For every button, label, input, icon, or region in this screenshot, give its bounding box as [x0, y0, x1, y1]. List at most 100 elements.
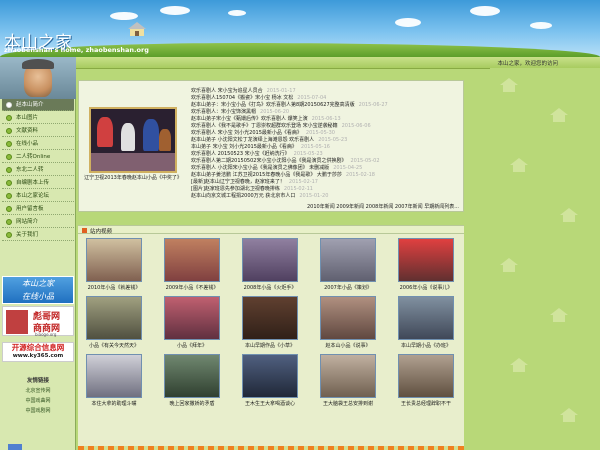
house-icon [128, 22, 146, 36]
news-archive-links[interactable]: 2010年新闻 2009年新闻 2008年新闻 2007年新闻 早期新闻列表..… [307, 203, 459, 210]
news-item[interactable]: 欢乐喜剧人 小沈阳宋小宝小品《我是演员之佛像团》 未删减版 2015-04-25 [191, 164, 362, 171]
news-item[interactable]: 欢乐喜剧人《我不是歌手》丁恩崇权超群欢乐登场 宋小宝逆袭秘籍 2015-06-06 [191, 122, 371, 129]
video-thumbnail[interactable] [86, 354, 142, 398]
video-thumbnail[interactable] [398, 238, 454, 282]
video-thumbnail[interactable] [242, 354, 298, 398]
nav-item-errenzhuan-online[interactable]: 二人转Online [2, 151, 74, 163]
friend-link[interactable]: 中国戏剧网 [0, 407, 76, 414]
news-item[interactable]: 欢乐喜剧人：宋小宝饰演黑帽 2015-06-20 [191, 108, 289, 115]
cloud-decoration [228, 10, 246, 16]
video-caption[interactable]: 王木生王大拿喝酒谈心 [235, 400, 305, 407]
news-item[interactable]: 本山弟子 宋小宝 刘小光2015最新小品《看病》 2015-05-16 [191, 143, 330, 150]
video-caption[interactable]: 本山早期小品《办班》 [391, 342, 461, 349]
friend-links-title: 友情链接 [26, 378, 49, 384]
video-thumbnail[interactable] [398, 296, 454, 340]
nav-label: 赵本山简介 [16, 102, 44, 108]
friend-link[interactable]: 北京宣传网 [0, 387, 76, 394]
banner-line-2: 在线小品 [22, 292, 54, 301]
cloud-decoration [530, 22, 552, 29]
video-caption[interactable]: 王长贵总经理辞职不干 [391, 400, 461, 407]
nav-label: 关于我们 [16, 232, 39, 238]
news-item[interactable]: 赵本山向京文城工程捐2000万元 获北京市人口 2015-01-20 [191, 192, 328, 199]
bullet-icon [6, 154, 12, 160]
ky365-banner[interactable]: 开源综合信息网 www.ky365.com [2, 342, 74, 362]
house-icon [560, 408, 578, 422]
video-grid: 2010年小品《就差钱》 2009年小品《不差钱》 2008年小品《火炬手》 2… [78, 234, 464, 450]
video-caption[interactable]: 赵本山小品《说事》 [313, 342, 383, 349]
nav-item-profile[interactable]: 赵本山简介 [2, 99, 74, 111]
video-thumbnail[interactable] [164, 296, 220, 340]
news-item[interactable]: 赵本山弟子姜洁鹏 江苏卫视2015年春晚小品《我是歌》 大鹏于莎莎 2015-02… [191, 171, 375, 178]
welcome-text: 本山之家，欢迎您的访问 [497, 61, 558, 67]
nav-item-photos[interactable]: 本山图片 [2, 112, 74, 124]
video-thumbnail[interactable] [320, 238, 376, 282]
nav-item-forum[interactable]: 本山之家论坛 [2, 190, 74, 202]
banner-photo [6, 310, 28, 334]
footer-badge-icon [8, 444, 22, 450]
video-caption[interactable]: 2010年小品《就差钱》 [79, 284, 149, 291]
left-sidebar: 赵本山简介 本山图片 文献资料 在线小品 二人转Online 东北二人转 自编剧… [0, 57, 76, 450]
news-item[interactable]: 欢乐喜剧人第二期20150502宋小宝小沈阳小品《我是演员之供换剧》 2015-0… [191, 157, 380, 164]
video-thumbnail[interactable] [86, 238, 142, 282]
site-header: 本山之家 zhaobenshan's home, zhaobenshan.org [0, 0, 600, 57]
bullet-icon [6, 102, 12, 108]
nav-item-site-intro[interactable]: 网站简介 [2, 216, 74, 228]
bottom-divider [78, 446, 464, 450]
video-caption[interactable]: 小品《有关今天然天》 [79, 342, 149, 349]
site-subtitle: zhaobenshan's home, zhaobenshan.org [4, 46, 149, 54]
cloud-decoration [110, 12, 138, 20]
nav-item-script-upload[interactable]: 自编剧本上传 [2, 177, 74, 189]
biaoge-banner[interactable]: 彪哥网 商商网 biaoge.org [2, 306, 74, 337]
video-thumbnail[interactable] [320, 296, 376, 340]
nav-label: 本山之家论坛 [16, 193, 50, 199]
bullet-icon [6, 219, 12, 225]
news-item[interactable]: 欢乐喜剧人 宋小宝 刘小光2015最新小品《看病》 2015-05-30 [191, 129, 335, 136]
featured-video-caption[interactable]: 辽宁卫视2013年春晚赵本山小品《中奖了》 [83, 175, 183, 182]
video-caption[interactable]: 2007年小品《策划》 [313, 284, 383, 291]
video-caption[interactable]: 2009年小品《不差钱》 [157, 284, 227, 291]
video-thumbnail[interactable] [242, 296, 298, 340]
video-caption[interactable]: 2006年小品《说事儿》 [391, 284, 461, 291]
nav-label: 文献资料 [16, 128, 39, 134]
nav-item-guestbook[interactable]: 用户留言板 [2, 203, 74, 215]
online-skits-banner[interactable]: 本山之家 在线小品 [2, 276, 74, 304]
main-content: 辽宁卫视2013年春晚赵本山小品《中奖了》 欢乐喜剧人 宋小宝为追星人员合 201… [78, 80, 464, 450]
video-caption[interactable]: 2008年小品《火炬手》 [235, 284, 305, 291]
nav-item-about[interactable]: 关于我们 [2, 229, 74, 241]
bullet-icon [6, 167, 12, 173]
news-item[interactable]: 欢乐喜剧人150704《搬瓷》宋小宝 杨冰 文松 2015-07-04 [191, 94, 326, 101]
house-icon [560, 208, 578, 222]
news-item[interactable]: 赵本山弟子 小沈阳文松丁龙演绎上海滩恩怨 欢乐喜剧人 2015-05-23 [191, 136, 347, 143]
video-caption[interactable]: 本山早期作品《小草》 [235, 342, 305, 349]
nav-item-documents[interactable]: 文献资料 [2, 125, 74, 137]
video-thumbnail[interactable] [86, 296, 142, 340]
news-item[interactable]: 欢乐喜剧人 宋小宝为追星人员合 2015-01-17 [191, 87, 296, 94]
featured-video-thumbnail[interactable] [89, 107, 177, 173]
video-caption[interactable]: 晚上回家撒娇的矛盾 [157, 400, 227, 407]
video-thumbnail[interactable] [164, 238, 220, 282]
cloud-decoration [470, 6, 500, 16]
banner-url: www.ky365.com [12, 353, 64, 359]
video-caption[interactable]: 本住大拿的助理斗嘴 [79, 400, 149, 407]
nav-item-online-skits[interactable]: 在线小品 [2, 138, 74, 150]
news-item[interactable]: 欢乐喜剧人 20150523 宋小宝《赶纳洗行》 2015-05-23 [191, 150, 323, 157]
cloud-decoration [160, 6, 190, 15]
house-icon [550, 308, 568, 322]
news-item[interactable]: 赵本山弟子：宋小宝小品《打鸟》欢乐喜剧人第8期20150627完整高清版 2015… [191, 101, 388, 108]
video-thumbnail[interactable] [164, 354, 220, 398]
news-item[interactable]: [图片]赵家班恩先参加湖北卫视春晚排练 2015-02-11 [191, 185, 313, 192]
news-item[interactable]: 赵本山弟子宋小宝《甄嬛后传》欢乐喜剧人 爆笑上演 2015-06-13 [191, 115, 341, 122]
friend-link[interactable]: 中国戏曲网 [0, 397, 76, 404]
house-icon [550, 108, 568, 122]
video-caption[interactable]: 王大脑袋王总安排到谢 [313, 400, 383, 407]
video-caption[interactable]: 小品《拜年》 [157, 342, 227, 349]
video-thumbnail[interactable] [320, 354, 376, 398]
bullet-icon [6, 115, 12, 121]
video-thumbnail[interactable] [242, 238, 298, 282]
video-section-header: 站内视频 [78, 225, 464, 235]
video-thumbnail[interactable] [398, 354, 454, 398]
news-item[interactable]: [最新]赵本山辽宁卫视春晚，赵家班来了！ 2015-02-17 [191, 178, 318, 185]
bullet-icon [6, 180, 12, 186]
nav-item-northeast-errenzhuan[interactable]: 东北二人转 [2, 164, 74, 176]
house-icon [500, 258, 518, 272]
